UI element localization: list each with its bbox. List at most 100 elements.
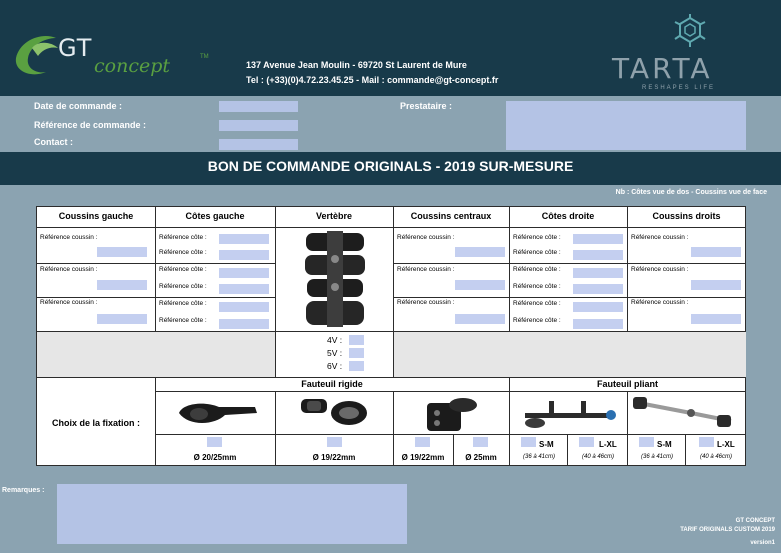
- left-cushion-ref-field[interactable]: [97, 314, 147, 324]
- grid-line: [393, 263, 746, 264]
- grid-line: [275, 207, 276, 377]
- right-cushion-ref-label: Référence coussin :: [631, 299, 689, 306]
- rigid-25-checkbox[interactable]: [473, 437, 488, 447]
- left-rib-ref-label: Référence côte :: [159, 249, 207, 256]
- rigid-19-22-checkbox[interactable]: [327, 437, 342, 447]
- rigid-size-label: Ø 19/22mm: [312, 453, 356, 462]
- tarta-name: TARTA: [612, 52, 713, 85]
- grid-line: [37, 227, 746, 228]
- vertebra-5v-field[interactable]: [349, 348, 364, 358]
- provider-field[interactable]: [506, 101, 746, 150]
- left-rib-ref-label: Référence côte :: [159, 300, 207, 307]
- grid-line: [37, 297, 275, 298]
- right-rib-ref-field[interactable]: [573, 284, 623, 294]
- left-rib-ref-label: Référence côte :: [159, 317, 207, 324]
- filler-right: [393, 331, 746, 377]
- right-cushion-ref-field[interactable]: [691, 314, 741, 324]
- left-rib-ref-field[interactable]: [219, 284, 269, 294]
- order-date-label: Date de commande :: [34, 101, 123, 111]
- central-cushion-ref-field[interactable]: [455, 247, 505, 257]
- left-cushion-ref-label: Référence coussin :: [40, 299, 98, 306]
- grid-line: [37, 331, 746, 332]
- left-rib-ref-field[interactable]: [219, 250, 269, 260]
- rigid-19-22b-checkbox[interactable]: [415, 437, 430, 447]
- grid-line: [627, 391, 628, 466]
- order-date-field[interactable]: [219, 101, 298, 112]
- folding-sm-checkbox[interactable]: [639, 437, 654, 447]
- remarks-field[interactable]: [57, 484, 407, 544]
- folding-range-label: (40 à 46cm): [581, 454, 614, 460]
- left-rib-ref-label: Référence côte :: [159, 266, 207, 273]
- right-rib-ref-field[interactable]: [573, 234, 623, 244]
- right-rib-ref-field[interactable]: [573, 302, 623, 312]
- logo-gt-text: GT: [58, 34, 93, 62]
- grid-line: [627, 207, 628, 331]
- right-cushion-ref-field[interactable]: [691, 280, 741, 290]
- footer-tariff: TARIF ORIGINALS CUSTOM 2019: [680, 527, 775, 533]
- grid-line: [393, 297, 746, 298]
- grid-line: [155, 391, 746, 392]
- central-cushion-ref-label: Référence coussin :: [397, 266, 455, 273]
- filler-left: [37, 331, 275, 377]
- right-rib-ref-field[interactable]: [573, 268, 623, 278]
- contact-label: Contact :: [34, 137, 73, 147]
- order-ref-field[interactable]: [219, 120, 298, 131]
- central-cushion-ref-label: Référence coussin :: [397, 234, 455, 241]
- company-address: 137 Avenue Jean Moulin - 69720 St Lauren…: [246, 60, 467, 70]
- rigid-size-label: Ø 20/25mm: [193, 453, 237, 462]
- folding-size-label: S-M: [657, 440, 672, 449]
- folding-sm-checkbox[interactable]: [521, 437, 536, 447]
- left-rib-ref-field[interactable]: [219, 234, 269, 244]
- folding-lxl-checkbox[interactable]: [579, 437, 594, 447]
- folding-size-label: S-M: [539, 440, 554, 449]
- right-rib-ref-label: Référence côte :: [513, 283, 561, 290]
- vertebra-image: [305, 231, 365, 327]
- rigid-size-label: Ø 19/22mm: [401, 453, 445, 462]
- order-ref-label: Référence de commande :: [34, 120, 147, 130]
- left-rib-ref-label: Référence côte :: [159, 283, 207, 290]
- clamp-20-25-image: [179, 403, 257, 423]
- right-rib-ref-label: Référence côte :: [513, 266, 561, 273]
- right-rib-ref-field[interactable]: [573, 250, 623, 260]
- left-rib-ref-field[interactable]: [219, 302, 269, 312]
- grid-line: [685, 434, 686, 466]
- tarta-logo: TARTA RESHAPES LIFE: [608, 14, 772, 92]
- left-cushion-ref-label: Référence coussin :: [40, 234, 98, 241]
- col-right-cushions: Coussins droits: [652, 211, 721, 221]
- right-rib-ref-label: Référence côte :: [513, 234, 561, 241]
- view-note: Nb : Côtes vue de dos - Coussins vue de …: [615, 189, 767, 196]
- left-rib-ref-field[interactable]: [219, 319, 269, 329]
- provider-label: Prestataire :: [400, 101, 453, 111]
- left-cushion-ref-field[interactable]: [97, 280, 147, 290]
- folding-chair-header: Fauteuil pliant: [596, 379, 658, 389]
- col-left-ribs: Côtes gauche: [185, 211, 245, 221]
- left-rib-ref-field[interactable]: [219, 268, 269, 278]
- grid-line: [393, 207, 394, 377]
- vertebra-6v-field[interactable]: [349, 361, 364, 371]
- vertebra-4v-field[interactable]: [349, 335, 364, 345]
- rigid-20-25-checkbox[interactable]: [207, 437, 222, 447]
- folding-range-label: (36 à 41cm): [522, 454, 555, 460]
- central-cushion-ref-field[interactable]: [455, 314, 505, 324]
- grid-line: [509, 207, 510, 331]
- right-cushion-ref-label: Référence coussin :: [631, 234, 689, 241]
- logo-tm-text: TM: [200, 54, 209, 60]
- fixation-label: Choix de la fixation :: [51, 418, 140, 428]
- folding-lxl-checkbox[interactable]: [699, 437, 714, 447]
- left-cushion-ref-field[interactable]: [97, 247, 147, 257]
- central-cushion-ref-field[interactable]: [455, 280, 505, 290]
- remarks-label: Remarques :: [2, 487, 45, 494]
- right-cushion-ref-field[interactable]: [691, 247, 741, 257]
- logo-concept-text: concept: [94, 55, 170, 77]
- central-cushion-ref-label: Référence coussin :: [397, 299, 455, 306]
- col-right-ribs: Côtes droite: [541, 211, 595, 221]
- rigid-chair-header: Fauteuil rigide: [301, 379, 363, 389]
- right-rib-ref-label: Référence côte :: [513, 249, 561, 256]
- vertebra-6v-label: 6V :: [327, 361, 343, 371]
- order-table: Coussins gauche Côtes gauche Vertèbre Co…: [36, 206, 746, 466]
- contact-field[interactable]: [219, 139, 298, 150]
- col-central-cushions: Coussins centraux: [410, 211, 492, 221]
- right-rib-ref-field[interactable]: [573, 319, 623, 329]
- folding-range-label: (36 à 41cm): [640, 454, 673, 460]
- footer-company: GT CONCEPT: [735, 518, 775, 524]
